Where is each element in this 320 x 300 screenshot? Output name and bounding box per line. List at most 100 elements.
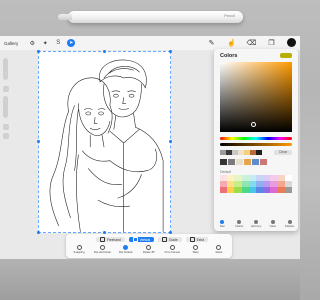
palette-swatch[interactable] (284, 187, 292, 193)
palette-swatch[interactable] (227, 187, 235, 193)
color-palette (220, 175, 292, 193)
palette-swatch[interactable] (255, 187, 264, 193)
option-label: Flip Vertical (118, 251, 133, 254)
colors-tab-label: Palettes (284, 225, 295, 228)
option-snapping[interactable]: Snapping (70, 245, 88, 254)
option-label: Warp (192, 251, 199, 254)
option-reset[interactable]: Reset (210, 245, 228, 254)
palettes-icon (287, 220, 292, 224)
mode-label: Freehand (107, 237, 121, 242)
colors-tabs: Disc Classic Harmony Value Palettes (214, 220, 298, 228)
option-toggle-icon (123, 245, 129, 250)
brush-icon[interactable]: ✎ (207, 38, 216, 47)
mode-icon (132, 237, 138, 242)
recent-colors (220, 159, 267, 165)
modify-button[interactable] (2, 86, 9, 92)
colors-tab-classic[interactable]: Classic (232, 220, 246, 228)
option-label: Reset (215, 251, 223, 254)
smudge-icon[interactable]: ☝ (227, 38, 236, 47)
brush-size-slider[interactable] (3, 58, 8, 80)
mode-extra-button[interactable]: Extra (185, 237, 209, 242)
drawing-canvas[interactable] (37, 50, 172, 234)
history-swatch[interactable] (256, 150, 262, 155)
option-warp[interactable]: Warp (187, 245, 205, 254)
selection-icon[interactable]: S (54, 39, 62, 47)
transform-arrow-icon[interactable]: ➤ (67, 39, 76, 47)
apple-pencil: Pencil (58, 11, 243, 23)
palette-swatch[interactable] (248, 187, 256, 193)
colors-tab-harmony[interactable]: Harmony (249, 220, 263, 228)
mode-label: Vertical (139, 237, 151, 242)
background-dim (0, 259, 300, 300)
palette-swatch[interactable] (241, 187, 249, 193)
recent-swatch[interactable] (244, 159, 251, 165)
recent-swatch[interactable] (220, 159, 227, 165)
colors-tab-palettes[interactable]: Palettes (283, 220, 297, 228)
option-flip-vertical[interactable]: Flip Vertical (117, 245, 135, 254)
palette-label: Default (220, 170, 232, 174)
active-color-button[interactable] (287, 38, 296, 47)
symmetry-toolbar: Freehand Vertical Guide Extra Snapping Flip … (66, 234, 232, 258)
option-label: Rotate 45° (142, 251, 156, 254)
eraser-icon[interactable]: ⌫ (247, 38, 257, 47)
option-label: Flip Horizontal (94, 251, 111, 254)
mode-icon (189, 237, 195, 242)
picker-knob[interactable] (251, 122, 256, 127)
option-toggle-icon (76, 245, 82, 250)
colors-title: Colors (220, 53, 238, 59)
couple-line-art (49, 59, 164, 232)
ipad-screen: Gallery ⚙ ✦ S ➤ ✎ ☝ ⌫ ❐ Colors Clear Def… (0, 36, 300, 259)
colors-tab-label: Disc (219, 225, 225, 228)
colors-tab-label: Harmony (250, 225, 262, 228)
layers-icon[interactable]: ❐ (267, 38, 276, 47)
palette-swatch[interactable] (220, 187, 228, 193)
palette-swatch[interactable] (277, 187, 285, 193)
pencil-label: Pencil (224, 13, 235, 18)
mode-icon (162, 237, 168, 242)
palette-swatch[interactable] (263, 187, 271, 193)
symmetry-mode-selector: Freehand Vertical Guide Extra (96, 237, 209, 242)
color-picker-square[interactable] (220, 62, 292, 132)
mode-label: Extra (196, 237, 205, 242)
mode-icon (100, 237, 105, 242)
magic-wand-icon[interactable]: ✦ (41, 39, 49, 47)
mode-label: Guide (169, 237, 178, 242)
mode-vertical-button[interactable]: Vertical (128, 237, 155, 242)
option-toggle-icon (146, 245, 152, 250)
symmetry-options: Snapping Flip Horizontal Flip Vertical Rota… (70, 245, 228, 254)
option-label: Fit to Canvas (164, 251, 180, 254)
colors-tab-value[interactable]: Value (266, 220, 280, 228)
classic-icon (237, 220, 242, 224)
recent-swatch[interactable] (236, 159, 243, 165)
gallery-button[interactable]: Gallery (4, 41, 18, 46)
value-icon (270, 220, 275, 224)
clear-history-button[interactable]: Clear (274, 150, 292, 155)
hue-slider[interactable] (220, 137, 292, 140)
color-history (220, 150, 262, 155)
saturation-slider[interactable] (220, 143, 292, 146)
recent-swatch[interactable] (228, 159, 235, 165)
option-flip-horizontal[interactable]: Flip Horizontal (93, 245, 111, 254)
mode-freehand-button[interactable]: Freehand (96, 237, 125, 242)
disc-icon (220, 220, 225, 224)
option-label: Snapping (73, 251, 85, 254)
recent-swatch[interactable] (260, 159, 267, 165)
palette-swatch[interactable] (270, 187, 278, 193)
harmony-icon (253, 220, 258, 224)
colors-tab-disc[interactable]: Disc (215, 220, 229, 228)
option-toggle-icon (216, 245, 222, 250)
palette-swatch[interactable] (234, 187, 242, 193)
opacity-slider[interactable] (3, 96, 8, 118)
option-rotate-45-[interactable]: Rotate 45° (140, 245, 158, 254)
wrench-icon[interactable]: ⚙ (28, 39, 36, 47)
undo-button[interactable] (2, 124, 9, 130)
option-fit-to-canvas[interactable]: Fit to Canvas (163, 245, 181, 254)
redo-button[interactable] (2, 133, 9, 139)
option-toggle-icon (99, 245, 105, 250)
option-toggle-icon (193, 245, 199, 250)
top-toolbar: Gallery ⚙ ✦ S ➤ ✎ ☝ ⌫ ❐ (0, 36, 300, 50)
mode-guide-button[interactable]: Guide (158, 237, 182, 242)
recent-swatch[interactable] (252, 159, 259, 165)
current-color-swatch[interactable] (280, 53, 292, 58)
option-toggle-icon (169, 245, 175, 250)
